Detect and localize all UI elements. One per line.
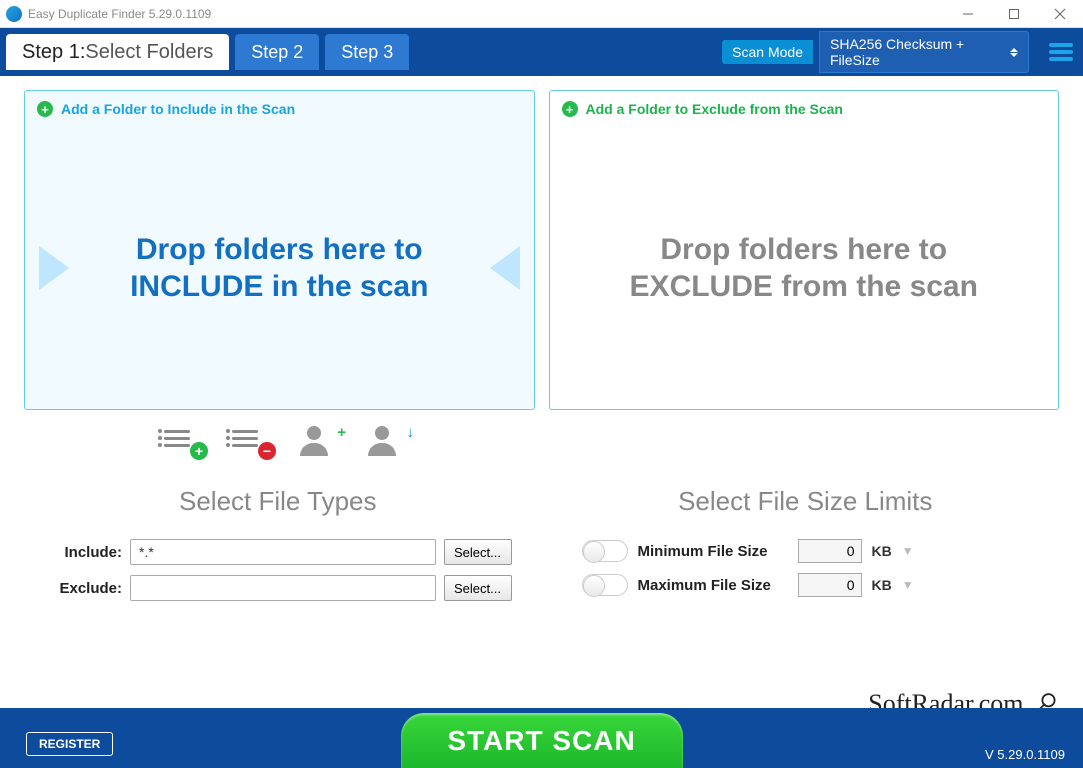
add-user-profile-button[interactable]: +	[300, 426, 340, 456]
window-title: Easy Duplicate Finder 5.29.0.1109	[28, 7, 945, 21]
include-panel[interactable]: + Add a Folder to Include in the Scan Dr…	[24, 90, 535, 410]
register-button[interactable]: REGISTER	[26, 732, 113, 756]
include-types-label: Include:	[44, 544, 122, 561]
import-user-profile-button[interactable]: ↓	[368, 426, 408, 456]
plus-badge-icon: +	[190, 442, 208, 460]
remove-list-button[interactable]: −	[232, 426, 272, 456]
add-include-folder-button[interactable]: + Add a Folder to Include in the Scan	[25, 91, 534, 127]
min-size-toggle[interactable]	[582, 540, 628, 562]
file-size-title: Select File Size Limits	[572, 486, 1040, 517]
add-exclude-folder-button[interactable]: + Add a Folder to Exclude from the Scan	[550, 91, 1059, 127]
download-mini-icon: ↓	[407, 424, 415, 441]
exclude-types-select-button[interactable]: Select...	[444, 575, 512, 601]
arrow-left-icon	[490, 246, 520, 290]
tab-step2[interactable]: Step 2	[235, 34, 319, 70]
include-drop-text: Drop folders here to INCLUDE in the scan	[75, 231, 484, 306]
max-size-unit-dropdown[interactable]: ▼	[902, 578, 914, 592]
scan-mode-select[interactable]: SHA256 Checksum + FileSize	[819, 31, 1029, 73]
tab-step1-prefix: Step 1:	[22, 41, 85, 64]
max-size-unit: KB	[872, 577, 892, 593]
exclude-head-label: Add a Folder to Exclude from the Scan	[586, 101, 843, 117]
tab-step3[interactable]: Step 3	[325, 34, 409, 70]
header-bar: Step 1: Select Folders Step 2 Step 3 Sca…	[0, 28, 1083, 76]
spinner-arrows-icon	[1010, 48, 1018, 57]
tab-step1-suffix: Select Folders	[85, 41, 213, 64]
maximize-button[interactable]	[991, 0, 1037, 28]
file-types-title: Select File Types	[44, 486, 512, 517]
exclude-types-input[interactable]	[130, 575, 436, 601]
person-icon	[300, 426, 330, 456]
max-size-input[interactable]	[798, 573, 862, 597]
include-head-label: Add a Folder to Include in the Scan	[61, 101, 295, 117]
include-types-input[interactable]	[130, 539, 436, 565]
exclude-panel[interactable]: + Add a Folder to Exclude from the Scan …	[549, 90, 1060, 410]
add-list-button[interactable]: +	[164, 426, 204, 456]
start-scan-button[interactable]: START SCAN	[398, 710, 686, 768]
include-types-select-button[interactable]: Select...	[444, 539, 512, 565]
title-bar: Easy Duplicate Finder 5.29.0.1109	[0, 0, 1083, 28]
exclude-drop-area[interactable]: Drop folders here to EXCLUDE from the sc…	[550, 127, 1059, 409]
scan-mode-value: SHA256 Checksum + FileSize	[830, 36, 1010, 68]
close-button[interactable]	[1037, 0, 1083, 28]
min-size-input[interactable]	[798, 539, 862, 563]
tab-step1[interactable]: Step 1: Select Folders	[6, 34, 229, 70]
min-size-unit: KB	[872, 543, 892, 559]
person-icon	[368, 426, 398, 456]
plus-icon: +	[562, 101, 578, 117]
exclude-types-label: Exclude:	[44, 580, 122, 597]
folder-toolbar: + − + ↓	[24, 410, 1059, 456]
version-label: V 5.29.0.1109	[985, 747, 1065, 762]
min-size-unit-dropdown[interactable]: ▼	[902, 544, 914, 558]
file-types-section: Select File Types Include: Select... Exc…	[44, 486, 512, 611]
file-size-section: Select File Size Limits Minimum File Siz…	[572, 486, 1040, 611]
plus-mini-icon: +	[337, 424, 346, 441]
max-size-toggle[interactable]	[582, 574, 628, 596]
arrow-right-icon	[39, 246, 69, 290]
include-drop-area[interactable]: Drop folders here to INCLUDE in the scan	[25, 127, 534, 409]
app-icon	[6, 6, 22, 22]
exclude-drop-text: Drop folders here to EXCLUDE from the sc…	[600, 231, 1009, 306]
scan-mode-label: Scan Mode	[722, 40, 813, 64]
minus-badge-icon: −	[258, 442, 276, 460]
plus-icon: +	[37, 101, 53, 117]
menu-button[interactable]	[1049, 40, 1073, 64]
min-size-label: Minimum File Size	[638, 543, 788, 560]
minimize-button[interactable]	[945, 0, 991, 28]
max-size-label: Maximum File Size	[638, 577, 788, 594]
